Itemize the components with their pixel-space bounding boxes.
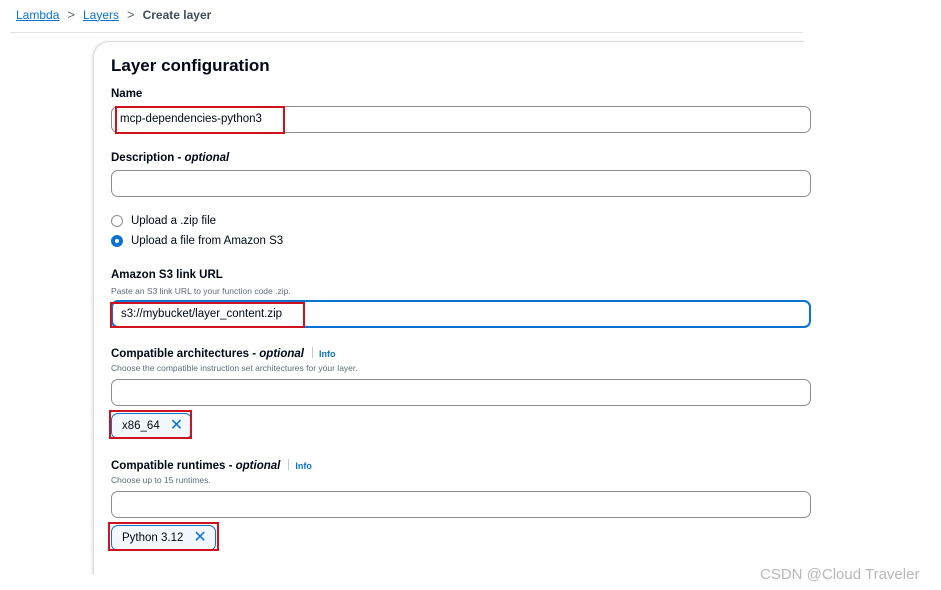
info-separator xyxy=(288,459,290,470)
runtimes-label-dash: - xyxy=(225,460,236,472)
architecture-token-x86-64: x86_64 ✕ xyxy=(111,413,193,439)
upload-zip-option[interactable]: Upload a .zip file xyxy=(111,215,216,227)
info-separator xyxy=(312,347,313,358)
description-input[interactable] xyxy=(111,170,811,197)
runtimes-optional-text: optional xyxy=(235,460,281,472)
description-label: Description - optional xyxy=(111,152,229,164)
upload-s3-option[interactable]: Upload a file from Amazon S3 xyxy=(111,235,283,247)
description-label-text: Description xyxy=(111,152,175,164)
description-optional-text: optional xyxy=(184,152,230,164)
upload-s3-radio[interactable] xyxy=(111,235,123,247)
architectures-info-link[interactable]: Info xyxy=(319,349,336,359)
s3-link-hint: Paste an S3 link URL to your function co… xyxy=(111,286,291,296)
upload-s3-label: Upload a file from Amazon S3 xyxy=(131,235,284,247)
panel-title: Layer configuration xyxy=(111,56,270,75)
architectures-optional-text: optional xyxy=(259,348,304,360)
chevron-right-icon: > xyxy=(67,7,75,22)
architectures-label: Compatible architectures - optional Info xyxy=(111,347,336,360)
remove-token-icon[interactable]: ✕ xyxy=(170,418,183,434)
s3-link-label: Amazon S3 link URL xyxy=(111,269,223,281)
screen: Lambda > Layers > Create layer Layer con… xyxy=(0,0,941,590)
name-label: Name xyxy=(111,88,143,100)
architecture-token-label: x86_64 xyxy=(122,420,160,432)
remove-token-icon[interactable]: ✕ xyxy=(193,530,206,546)
panel-clip xyxy=(804,33,941,590)
runtimes-info-link[interactable]: Info xyxy=(295,461,312,471)
breadcrumb-current: Create layer xyxy=(142,7,212,22)
upload-zip-label: Upload a .zip file xyxy=(131,215,217,227)
architectures-hint: Choose the compatible instruction set ar… xyxy=(111,363,358,373)
description-label-dash: - xyxy=(174,152,185,164)
s3-link-input[interactable]: s3://mybucket/layer_content.zip xyxy=(111,300,811,328)
breadcrumb-lambda-link[interactable]: Lambda xyxy=(16,8,59,22)
watermark: CSDN @Cloud Traveler xyxy=(760,566,920,583)
chevron-right-icon: > xyxy=(127,7,135,22)
breadcrumb-divider xyxy=(10,32,803,33)
breadcrumb: Lambda > Layers > Create layer xyxy=(16,7,211,22)
runtimes-hint: Choose up to 15 runtimes. xyxy=(111,475,211,485)
upload-zip-radio[interactable] xyxy=(111,215,123,227)
architectures-select[interactable] xyxy=(111,379,811,406)
panel-bottom-clip xyxy=(0,574,804,590)
architectures-label-dash: - xyxy=(249,348,260,360)
runtime-token-label: Python 3.12 xyxy=(122,532,184,544)
runtimes-select[interactable] xyxy=(111,491,811,518)
runtimes-label-text: Compatible runtimes xyxy=(111,460,226,472)
runtime-token-python-3-12: Python 3.12 ✕ xyxy=(111,525,216,551)
breadcrumb-layers-link[interactable]: Layers xyxy=(83,8,119,22)
architectures-label-text: Compatible architectures xyxy=(111,348,250,360)
name-input[interactable]: mcp-dependencies-python3 xyxy=(111,106,811,133)
runtimes-label: Compatible runtimes - optional Info xyxy=(111,459,312,472)
